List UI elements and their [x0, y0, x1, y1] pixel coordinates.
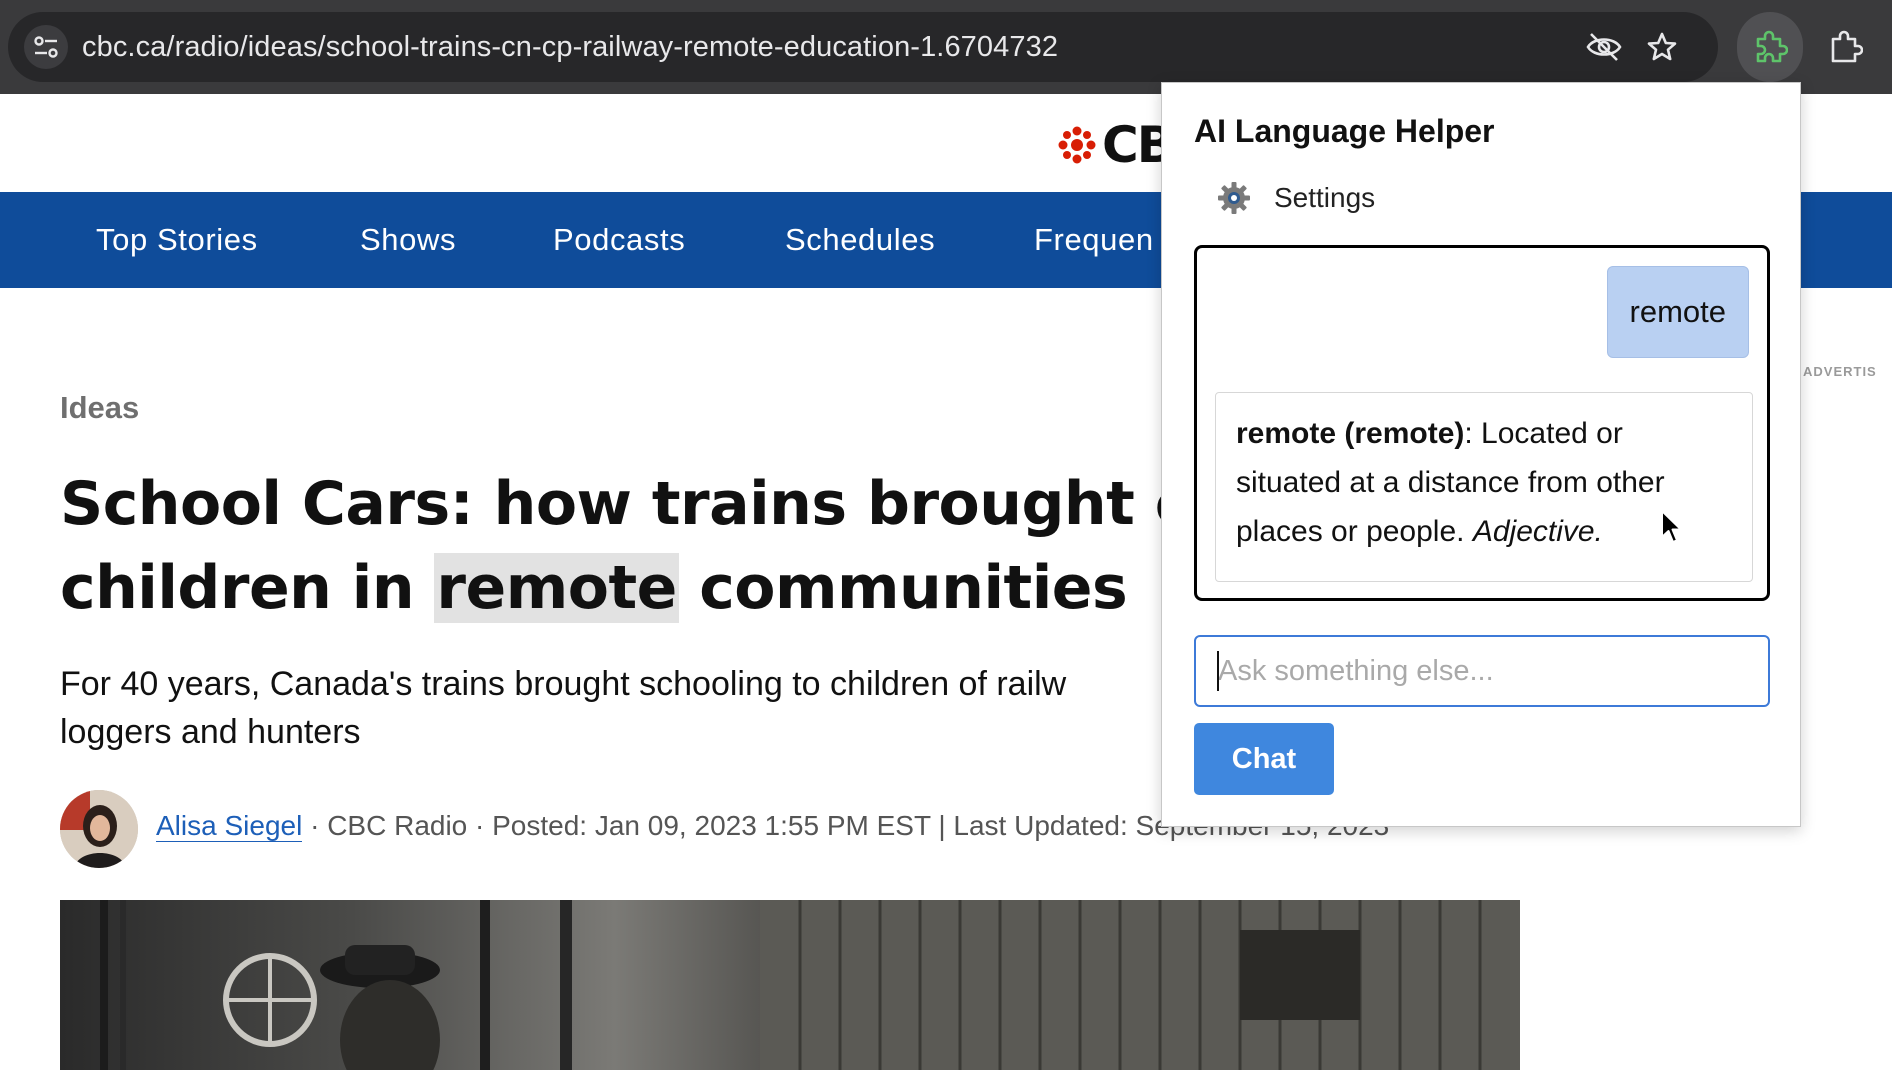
url-text[interactable]: cbc.ca/radio/ideas/school-trains-cn-cp-r…: [82, 12, 1058, 82]
extension-button-active[interactable]: [1737, 12, 1803, 82]
section-label[interactable]: Ideas: [60, 390, 139, 426]
browser-toolbar: cbc.ca/radio/ideas/school-trains-cn-cp-r…: [0, 0, 1892, 94]
settings-link[interactable]: Settings: [1216, 178, 1375, 218]
text-caret: [1217, 651, 1219, 691]
ad-label: ADVERTIS: [1803, 364, 1877, 379]
hero-image: [60, 900, 1520, 1070]
cbc-gem-icon: [1058, 126, 1096, 164]
nav-frequency[interactable]: Frequen: [1034, 192, 1154, 288]
nav-top-stories[interactable]: Top Stories: [96, 192, 258, 288]
headline-part2: children in: [60, 553, 435, 623]
extensions-icon: [1831, 30, 1863, 63]
author-link[interactable]: Alisa Siegel: [156, 810, 303, 842]
assistant-message: remote (remote): Located or situated at …: [1215, 392, 1753, 582]
nav-schedules[interactable]: Schedules: [785, 192, 935, 288]
headline-line1: School Cars: how trains brought clas: [60, 469, 1286, 539]
dek-line1: For 40 years, Canada's trains brought sc…: [60, 665, 1067, 703]
extension-popup: AI Language Helper Settings remote remot…: [1161, 82, 1801, 827]
address-bar[interactable]: cbc.ca/radio/ideas/school-trains-cn-cp-r…: [8, 12, 1718, 82]
dek-line2: loggers and hunters: [60, 713, 361, 751]
headline-part3: communities: [678, 553, 1128, 623]
byline-meta: · CBC Radio · Posted: Jan 09, 2023 1:55 …: [302, 810, 1170, 841]
mouse-cursor-icon: [1661, 510, 1682, 543]
gear-icon: [1218, 182, 1250, 214]
chat-button[interactable]: Chat: [1194, 723, 1334, 795]
popup-title: AI Language Helper: [1194, 113, 1495, 149]
selected-word[interactable]: remote: [434, 553, 679, 623]
answer-term: remote (remote): [1236, 417, 1465, 450]
user-message-bubble: remote: [1606, 266, 1749, 358]
nav-podcasts[interactable]: Podcasts: [553, 192, 685, 288]
author-avatar[interactable]: [60, 790, 138, 868]
site-info-button[interactable]: [24, 25, 68, 69]
chat-history: remote remote (remote): Located or situa…: [1194, 245, 1770, 601]
star-icon[interactable]: [1644, 29, 1680, 65]
puzzle-icon: [1756, 30, 1788, 63]
extensions-menu-button[interactable]: [1820, 22, 1870, 72]
eye-off-icon[interactable]: [1586, 29, 1622, 65]
settings-label: Settings: [1274, 182, 1376, 213]
tune-icon: [34, 36, 58, 58]
nav-shows[interactable]: Shows: [360, 192, 456, 288]
cbc-logo[interactable]: CB: [1058, 116, 1175, 174]
answer-part-of-speech: Adjective.: [1472, 515, 1603, 548]
ask-input[interactable]: [1194, 635, 1770, 707]
